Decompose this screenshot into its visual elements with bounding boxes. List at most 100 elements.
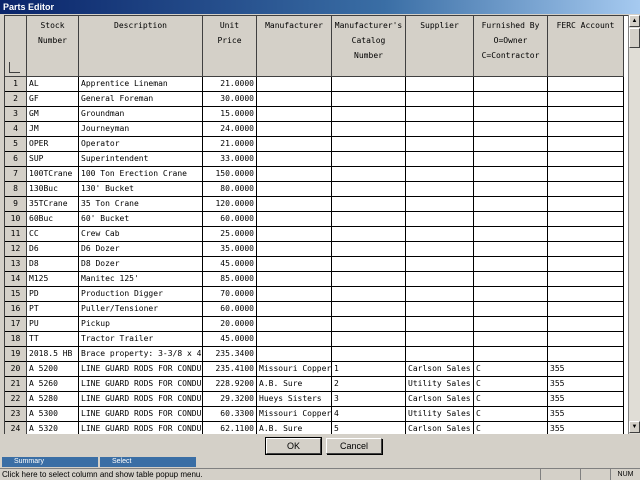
- cell-stock[interactable]: A 5200: [27, 362, 79, 377]
- row-number-header[interactable]: 7: [5, 167, 27, 182]
- cell-desc[interactable]: 35 Ton Crane: [79, 197, 203, 212]
- ok-button[interactable]: OK: [265, 437, 322, 455]
- column-header-desc[interactable]: Description: [79, 16, 203, 77]
- row-number-header[interactable]: 21: [5, 377, 27, 392]
- cell-catalog[interactable]: [332, 317, 406, 332]
- cell-ferc[interactable]: [548, 107, 624, 122]
- cell-stock[interactable]: 60Buc: [27, 212, 79, 227]
- cell-desc[interactable]: Puller/Tensioner: [79, 302, 203, 317]
- cell-supplier[interactable]: [406, 137, 474, 152]
- cell-mfr[interactable]: [257, 227, 332, 242]
- row-number-header[interactable]: 1: [5, 77, 27, 92]
- cell-price[interactable]: 20.0000: [203, 317, 257, 332]
- cell-stock[interactable]: D6: [27, 242, 79, 257]
- row-number-header[interactable]: 10: [5, 212, 27, 227]
- cell-price[interactable]: 80.0000: [203, 182, 257, 197]
- cell-furnished[interactable]: [474, 77, 548, 92]
- cell-furnished[interactable]: [474, 347, 548, 362]
- cell-supplier[interactable]: Carlson Sales: [406, 362, 474, 377]
- row-number-header[interactable]: 13: [5, 257, 27, 272]
- cell-furnished[interactable]: [474, 272, 548, 287]
- cell-furnished[interactable]: [474, 137, 548, 152]
- cell-catalog[interactable]: 2: [332, 377, 406, 392]
- cell-desc[interactable]: General Foreman: [79, 92, 203, 107]
- cell-catalog[interactable]: [332, 302, 406, 317]
- cell-desc[interactable]: LINE GUARD RODS FOR CONDU: [79, 392, 203, 407]
- cell-furnished[interactable]: [474, 122, 548, 137]
- cell-price[interactable]: 70.0000: [203, 287, 257, 302]
- cell-price[interactable]: 45.0000: [203, 332, 257, 347]
- cell-ferc[interactable]: 355: [548, 362, 624, 377]
- cell-stock[interactable]: SUP: [27, 152, 79, 167]
- cell-catalog[interactable]: [332, 242, 406, 257]
- cell-ferc[interactable]: [548, 302, 624, 317]
- cell-ferc[interactable]: [548, 347, 624, 362]
- cell-ferc[interactable]: [548, 137, 624, 152]
- row-number-header[interactable]: 19: [5, 347, 27, 362]
- cell-mfr[interactable]: [257, 317, 332, 332]
- cell-ferc[interactable]: 355: [548, 377, 624, 392]
- cell-price[interactable]: 120.0000: [203, 197, 257, 212]
- cell-mfr[interactable]: [257, 137, 332, 152]
- cell-mfr[interactable]: [257, 197, 332, 212]
- row-number-header[interactable]: 9: [5, 197, 27, 212]
- cell-stock[interactable]: 130Buc: [27, 182, 79, 197]
- row-number-header[interactable]: 11: [5, 227, 27, 242]
- cell-furnished[interactable]: [474, 182, 548, 197]
- cell-catalog[interactable]: [332, 257, 406, 272]
- cell-catalog[interactable]: [332, 122, 406, 137]
- row-number-header[interactable]: 4: [5, 122, 27, 137]
- cell-catalog[interactable]: [332, 197, 406, 212]
- cell-price[interactable]: 15.0000: [203, 107, 257, 122]
- cell-ferc[interactable]: [548, 272, 624, 287]
- cell-desc[interactable]: Production Digger: [79, 287, 203, 302]
- cell-stock[interactable]: GF: [27, 92, 79, 107]
- cell-mfr[interactable]: [257, 212, 332, 227]
- cell-price[interactable]: 85.0000: [203, 272, 257, 287]
- row-number-header[interactable]: 3: [5, 107, 27, 122]
- cell-desc[interactable]: LINE GUARD RODS FOR CONDU: [79, 362, 203, 377]
- cell-supplier[interactable]: [406, 92, 474, 107]
- row-number-header[interactable]: 23: [5, 407, 27, 422]
- cell-price[interactable]: 25.0000: [203, 227, 257, 242]
- cell-price[interactable]: 45.0000: [203, 257, 257, 272]
- cell-supplier[interactable]: [406, 152, 474, 167]
- taskbar-item-select[interactable]: Select: [100, 457, 196, 467]
- cell-stock[interactable]: PD: [27, 287, 79, 302]
- cell-supplier[interactable]: [406, 227, 474, 242]
- cell-furnished[interactable]: [474, 332, 548, 347]
- row-number-header[interactable]: 14: [5, 272, 27, 287]
- cell-price[interactable]: 60.3300: [203, 407, 257, 422]
- column-header-mfr[interactable]: Manufacturer: [257, 16, 332, 77]
- cell-catalog[interactable]: [332, 92, 406, 107]
- cell-mfr[interactable]: [257, 302, 332, 317]
- cell-furnished[interactable]: [474, 317, 548, 332]
- cell-desc[interactable]: LINE GUARD RODS FOR CONDU: [79, 377, 203, 392]
- cell-desc[interactable]: 130' Bucket: [79, 182, 203, 197]
- cell-catalog[interactable]: [332, 77, 406, 92]
- scroll-up-arrow-icon[interactable]: ▲: [629, 15, 640, 27]
- cell-ferc[interactable]: [548, 92, 624, 107]
- cell-ferc[interactable]: [548, 197, 624, 212]
- taskbar-item-summary[interactable]: Summary: [2, 457, 98, 467]
- row-number-header[interactable]: 12: [5, 242, 27, 257]
- cell-price[interactable]: 60.0000: [203, 212, 257, 227]
- cell-ferc[interactable]: [548, 227, 624, 242]
- column-header-stock[interactable]: Stock Number: [27, 16, 79, 77]
- row-number-header[interactable]: 5: [5, 137, 27, 152]
- cell-catalog[interactable]: [332, 332, 406, 347]
- cell-stock[interactable]: M125: [27, 272, 79, 287]
- cell-furnished[interactable]: [474, 152, 548, 167]
- parts-grid[interactable]: Stock Number Description Unit Price Manufac…: [4, 15, 629, 435]
- scroll-down-arrow-icon[interactable]: ▼: [629, 421, 640, 433]
- cell-desc[interactable]: Groundman: [79, 107, 203, 122]
- cell-supplier[interactable]: [406, 212, 474, 227]
- cell-stock[interactable]: 35TCrane: [27, 197, 79, 212]
- cell-supplier[interactable]: [406, 257, 474, 272]
- row-number-header[interactable]: 17: [5, 317, 27, 332]
- cell-ferc[interactable]: [548, 182, 624, 197]
- cell-furnished[interactable]: [474, 257, 548, 272]
- row-number-header[interactable]: 15: [5, 287, 27, 302]
- cell-mfr[interactable]: A.B. Sure: [257, 377, 332, 392]
- cell-price[interactable]: 35.0000: [203, 242, 257, 257]
